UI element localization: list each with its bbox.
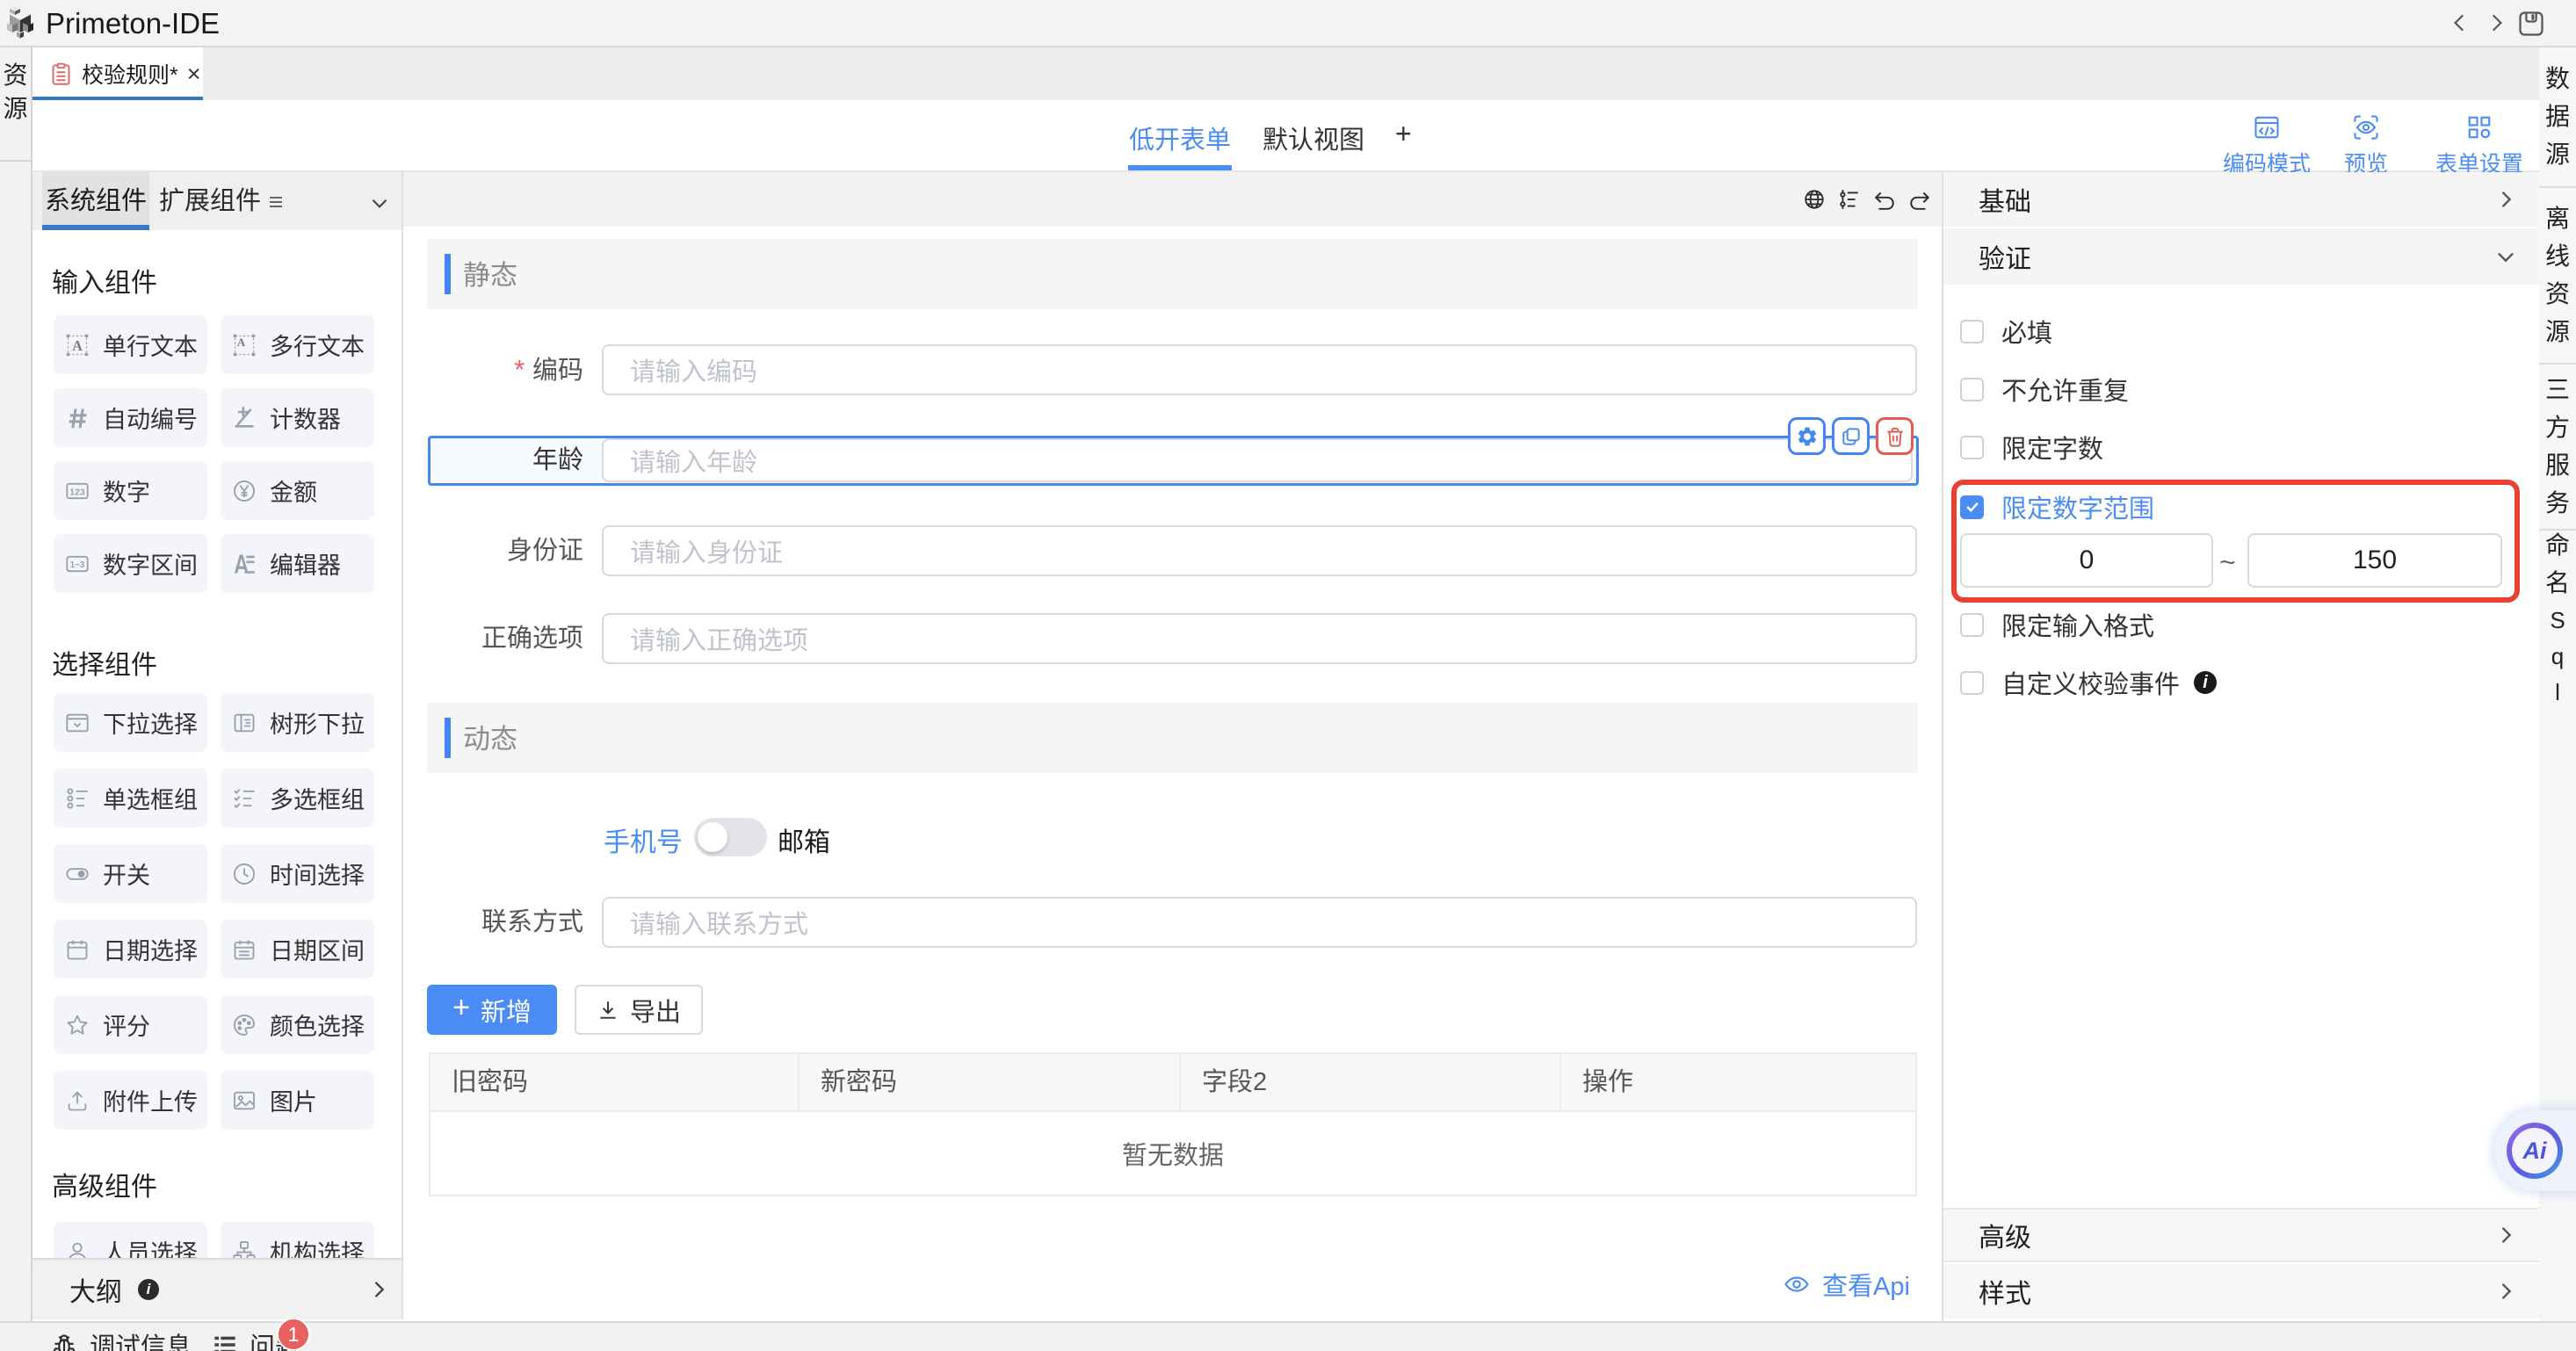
svg-text:123: 123: [69, 487, 85, 497]
svg-text:A: A: [237, 336, 246, 349]
svg-text:A: A: [72, 336, 83, 353]
svg-text:1~3: 1~3: [70, 560, 85, 570]
